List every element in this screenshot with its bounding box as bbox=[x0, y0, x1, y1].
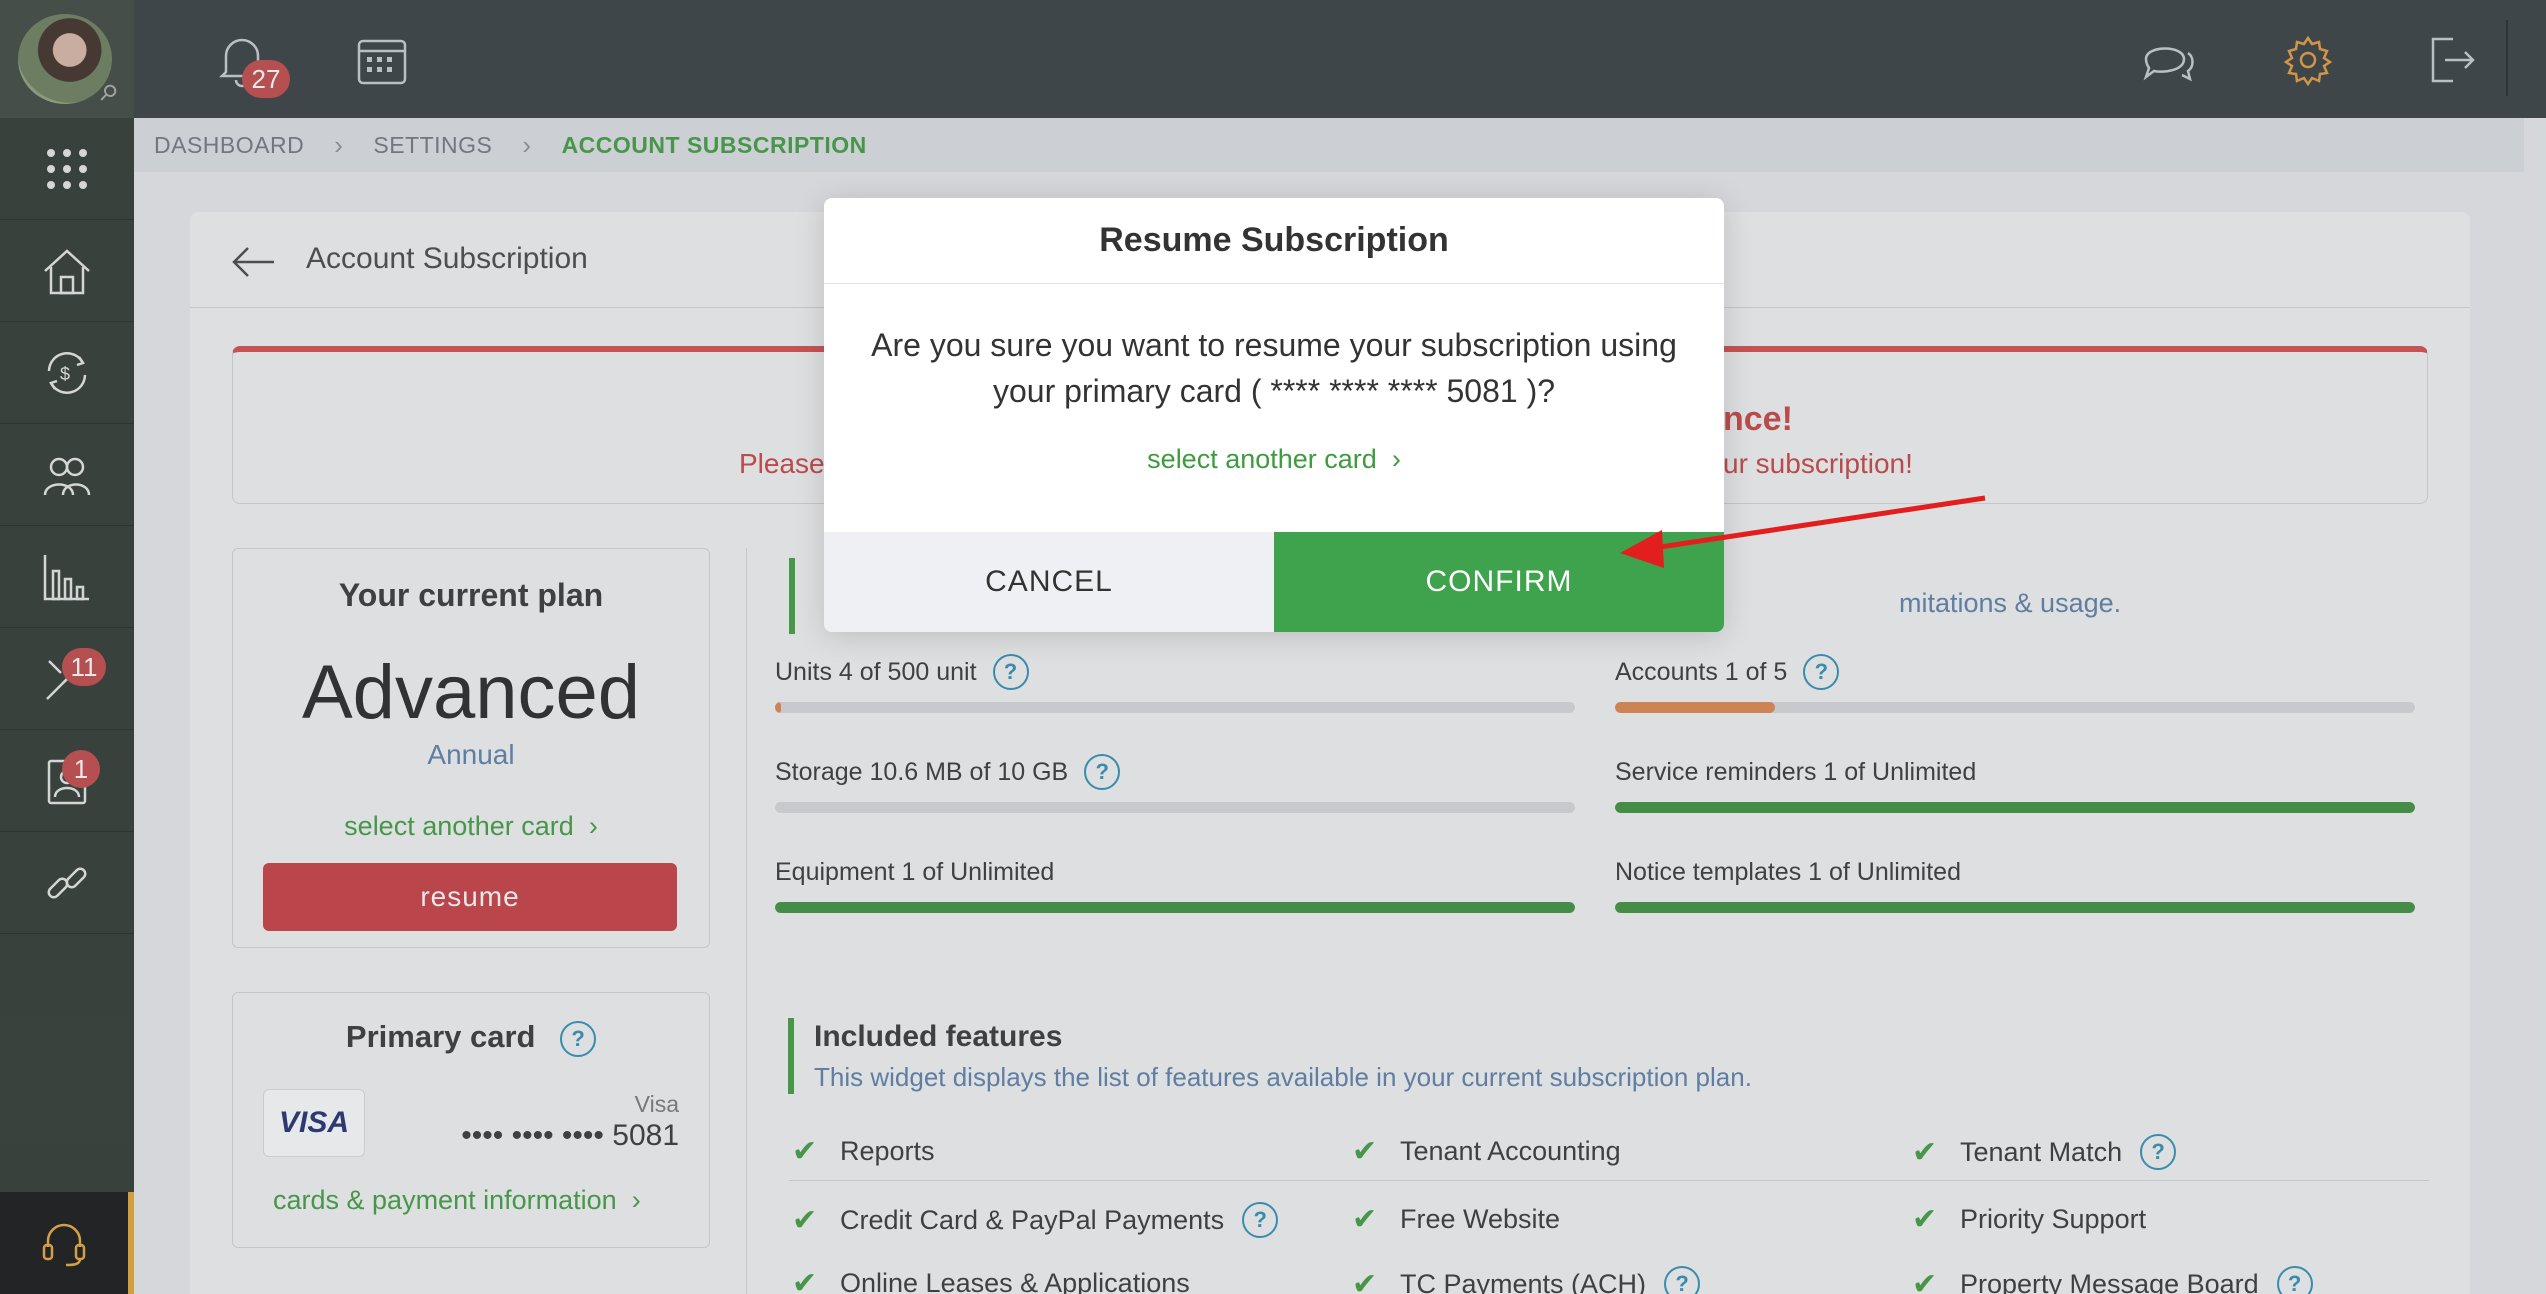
red-arrow-annotation-icon bbox=[1620, 495, 1986, 568]
dialog-message: Are you sure you want to resume your sub… bbox=[871, 327, 1677, 409]
select-card-label: select another card bbox=[1147, 444, 1377, 474]
cancel-button[interactable]: CANCEL bbox=[824, 532, 1274, 632]
select-another-card-link[interactable]: select another card › bbox=[824, 444, 1724, 475]
dialog-title: Resume Subscription bbox=[824, 198, 1724, 284]
chevron-right-icon: › bbox=[1384, 444, 1401, 474]
modal-backdrop[interactable] bbox=[0, 0, 2546, 1294]
resume-subscription-dialog: Resume Subscription Are you sure you wan… bbox=[824, 198, 1724, 632]
